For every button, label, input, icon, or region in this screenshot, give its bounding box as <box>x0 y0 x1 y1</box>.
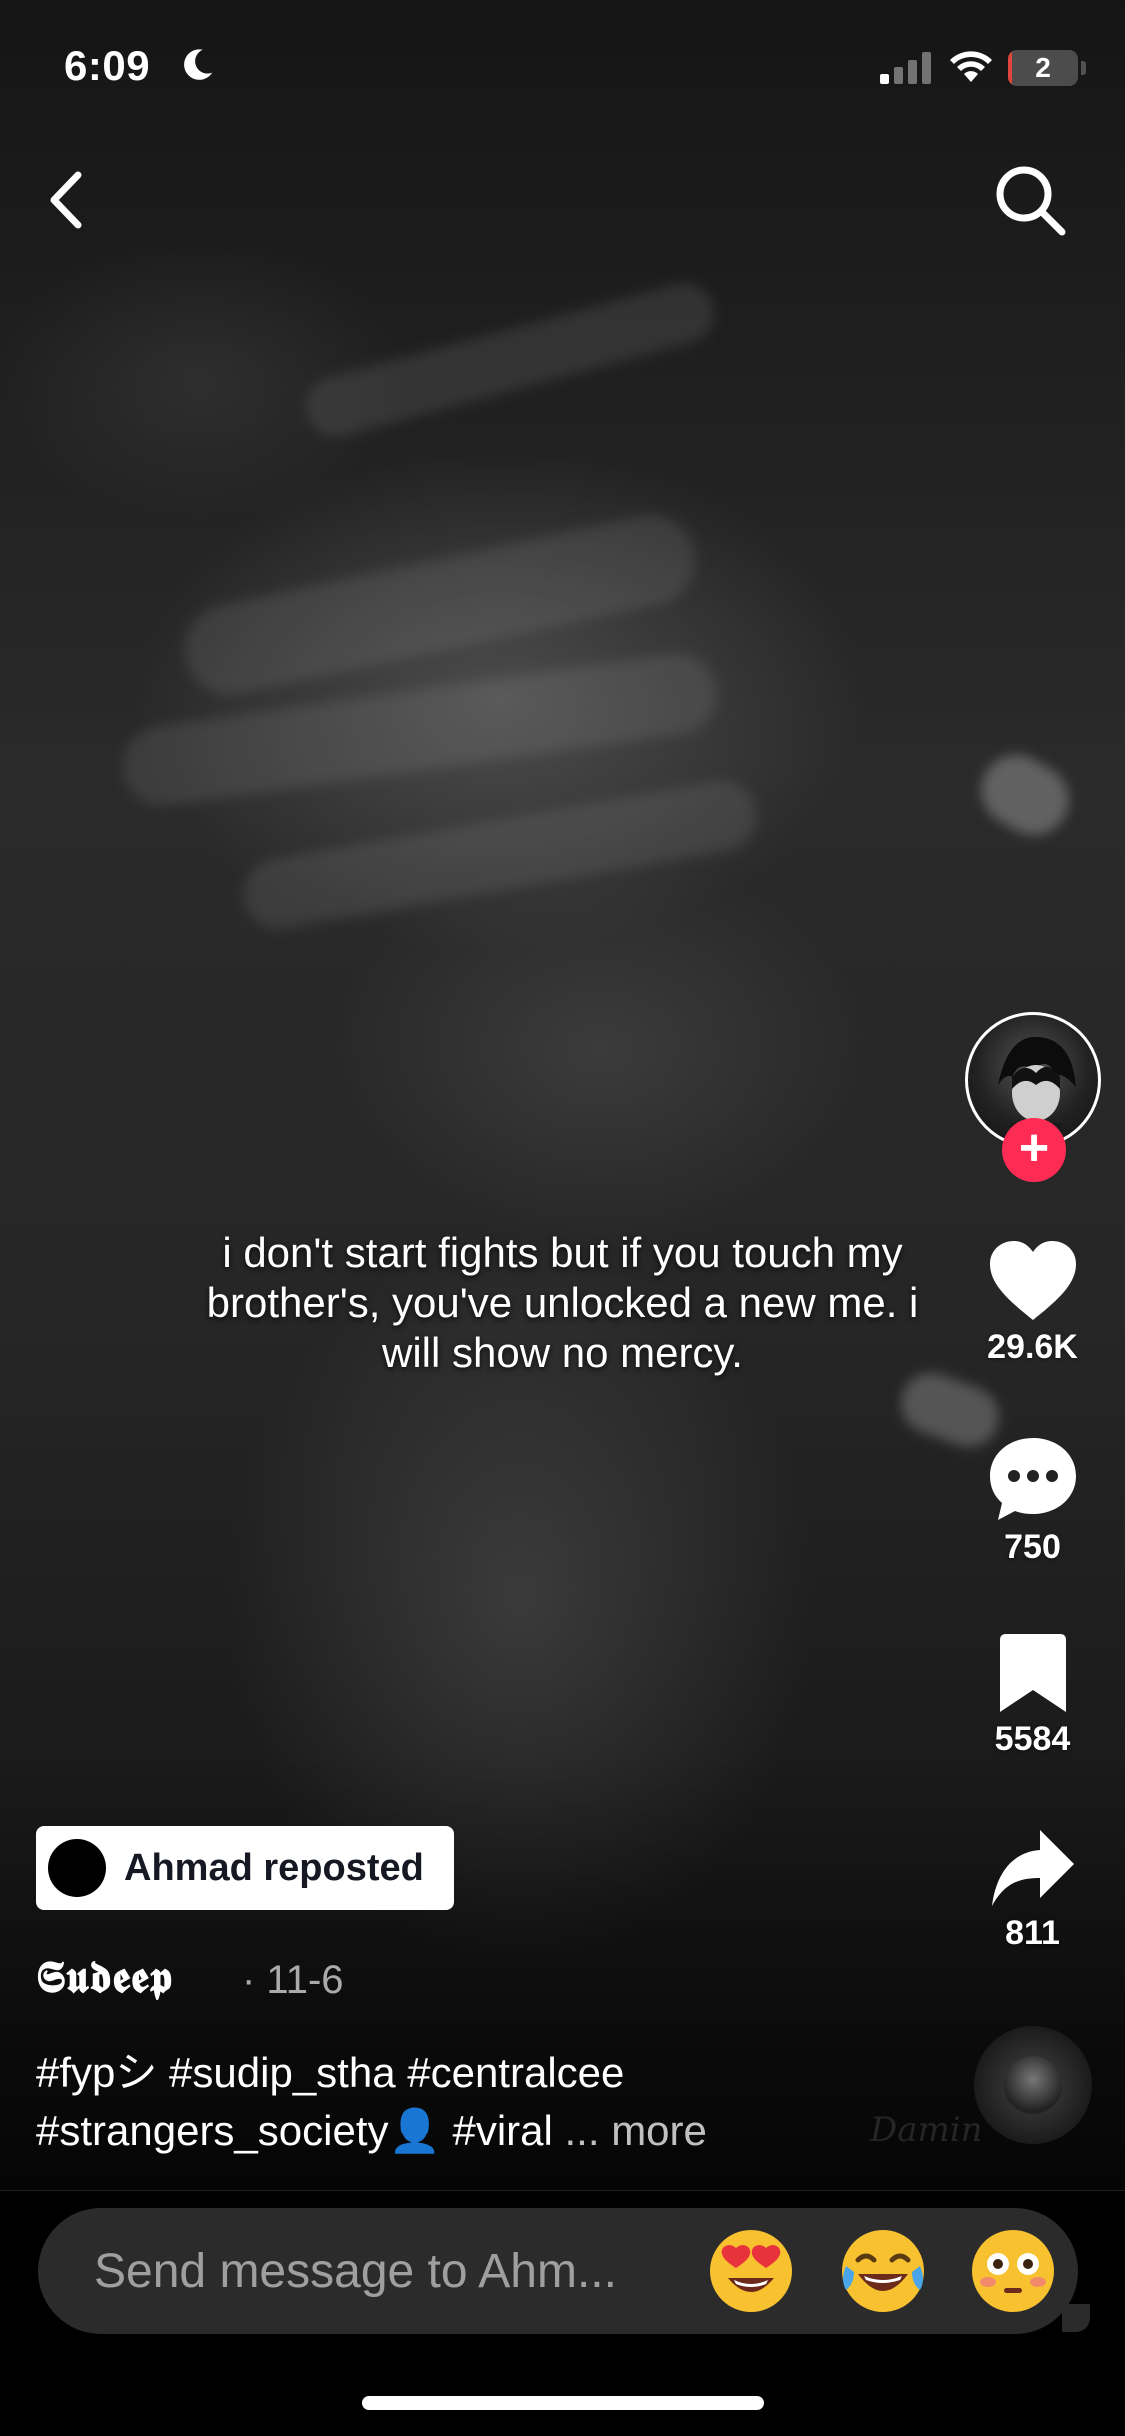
music-disc[interactable] <box>974 2026 1092 2144</box>
save-button[interactable]: 5584 <box>960 1634 1105 1759</box>
battery-icon: 2 <box>1008 50 1078 86</box>
battery-level: 2 <box>1035 52 1051 83</box>
author-name[interactable]: 𝕾𝖚𝖉𝖊𝖊𝖕 <box>36 1952 173 2003</box>
heart-icon <box>989 1241 1076 1320</box>
heart-eyes-emoji[interactable] <box>706 2226 796 2316</box>
video-streak <box>237 775 763 935</box>
cellular-signal-icon <box>880 52 931 84</box>
video-streak <box>968 742 1082 848</box>
composer-tail <box>1062 2304 1090 2332</box>
video-overlay-text: i don't start fights but if you touch my… <box>206 1229 919 1376</box>
comment-button[interactable]: 750 <box>960 1436 1105 1567</box>
share-count: 811 <box>1005 1914 1060 1952</box>
comment-bubble-icon <box>989 1438 1076 1520</box>
share-button[interactable]: 811 <box>960 1828 1105 1953</box>
description-hashtags[interactable]: #fypシ #sudip_stha #centralcee #strangers… <box>36 2049 624 2154</box>
battery-tip <box>1081 61 1086 75</box>
post-date: · 11-6 <box>242 1958 344 2002</box>
wifi-icon <box>950 51 992 82</box>
status-bar: 6:09 2 <box>0 0 1125 135</box>
follow-button[interactable]: + <box>1002 1118 1066 1182</box>
home-indicator[interactable] <box>362 2396 764 2410</box>
message-input[interactable] <box>94 2240 714 2302</box>
repost-badge[interactable]: Ahmad reposted <box>36 1826 454 1910</box>
like-button[interactable]: 29.6K <box>960 1240 1105 1367</box>
reposter-avatar <box>48 1839 106 1897</box>
chevron-left-icon[interactable] <box>40 165 96 235</box>
more-link[interactable]: ... more <box>565 2107 707 2154</box>
music-disc-cover <box>1004 2056 1062 2114</box>
share-arrow-icon <box>991 1830 1074 1906</box>
comment-count: 750 <box>1004 1528 1061 1566</box>
like-count: 29.6K <box>987 1328 1078 1366</box>
status-time: 6:09 <box>64 42 151 89</box>
video-streak <box>299 276 721 444</box>
search-icon[interactable] <box>990 160 1070 240</box>
post-description[interactable]: #fypシ #sudip_stha #centralcee #strangers… <box>36 2044 956 2160</box>
moon-icon <box>184 49 213 80</box>
flushed-emoji[interactable] <box>968 2226 1058 2316</box>
save-count: 5584 <box>994 1720 1071 1758</box>
message-composer[interactable] <box>38 2208 1078 2334</box>
repost-label: Ahmad reposted <box>124 1846 424 1889</box>
bookmark-icon <box>999 1634 1066 1712</box>
tears-of-joy-emoji[interactable] <box>838 2226 928 2316</box>
